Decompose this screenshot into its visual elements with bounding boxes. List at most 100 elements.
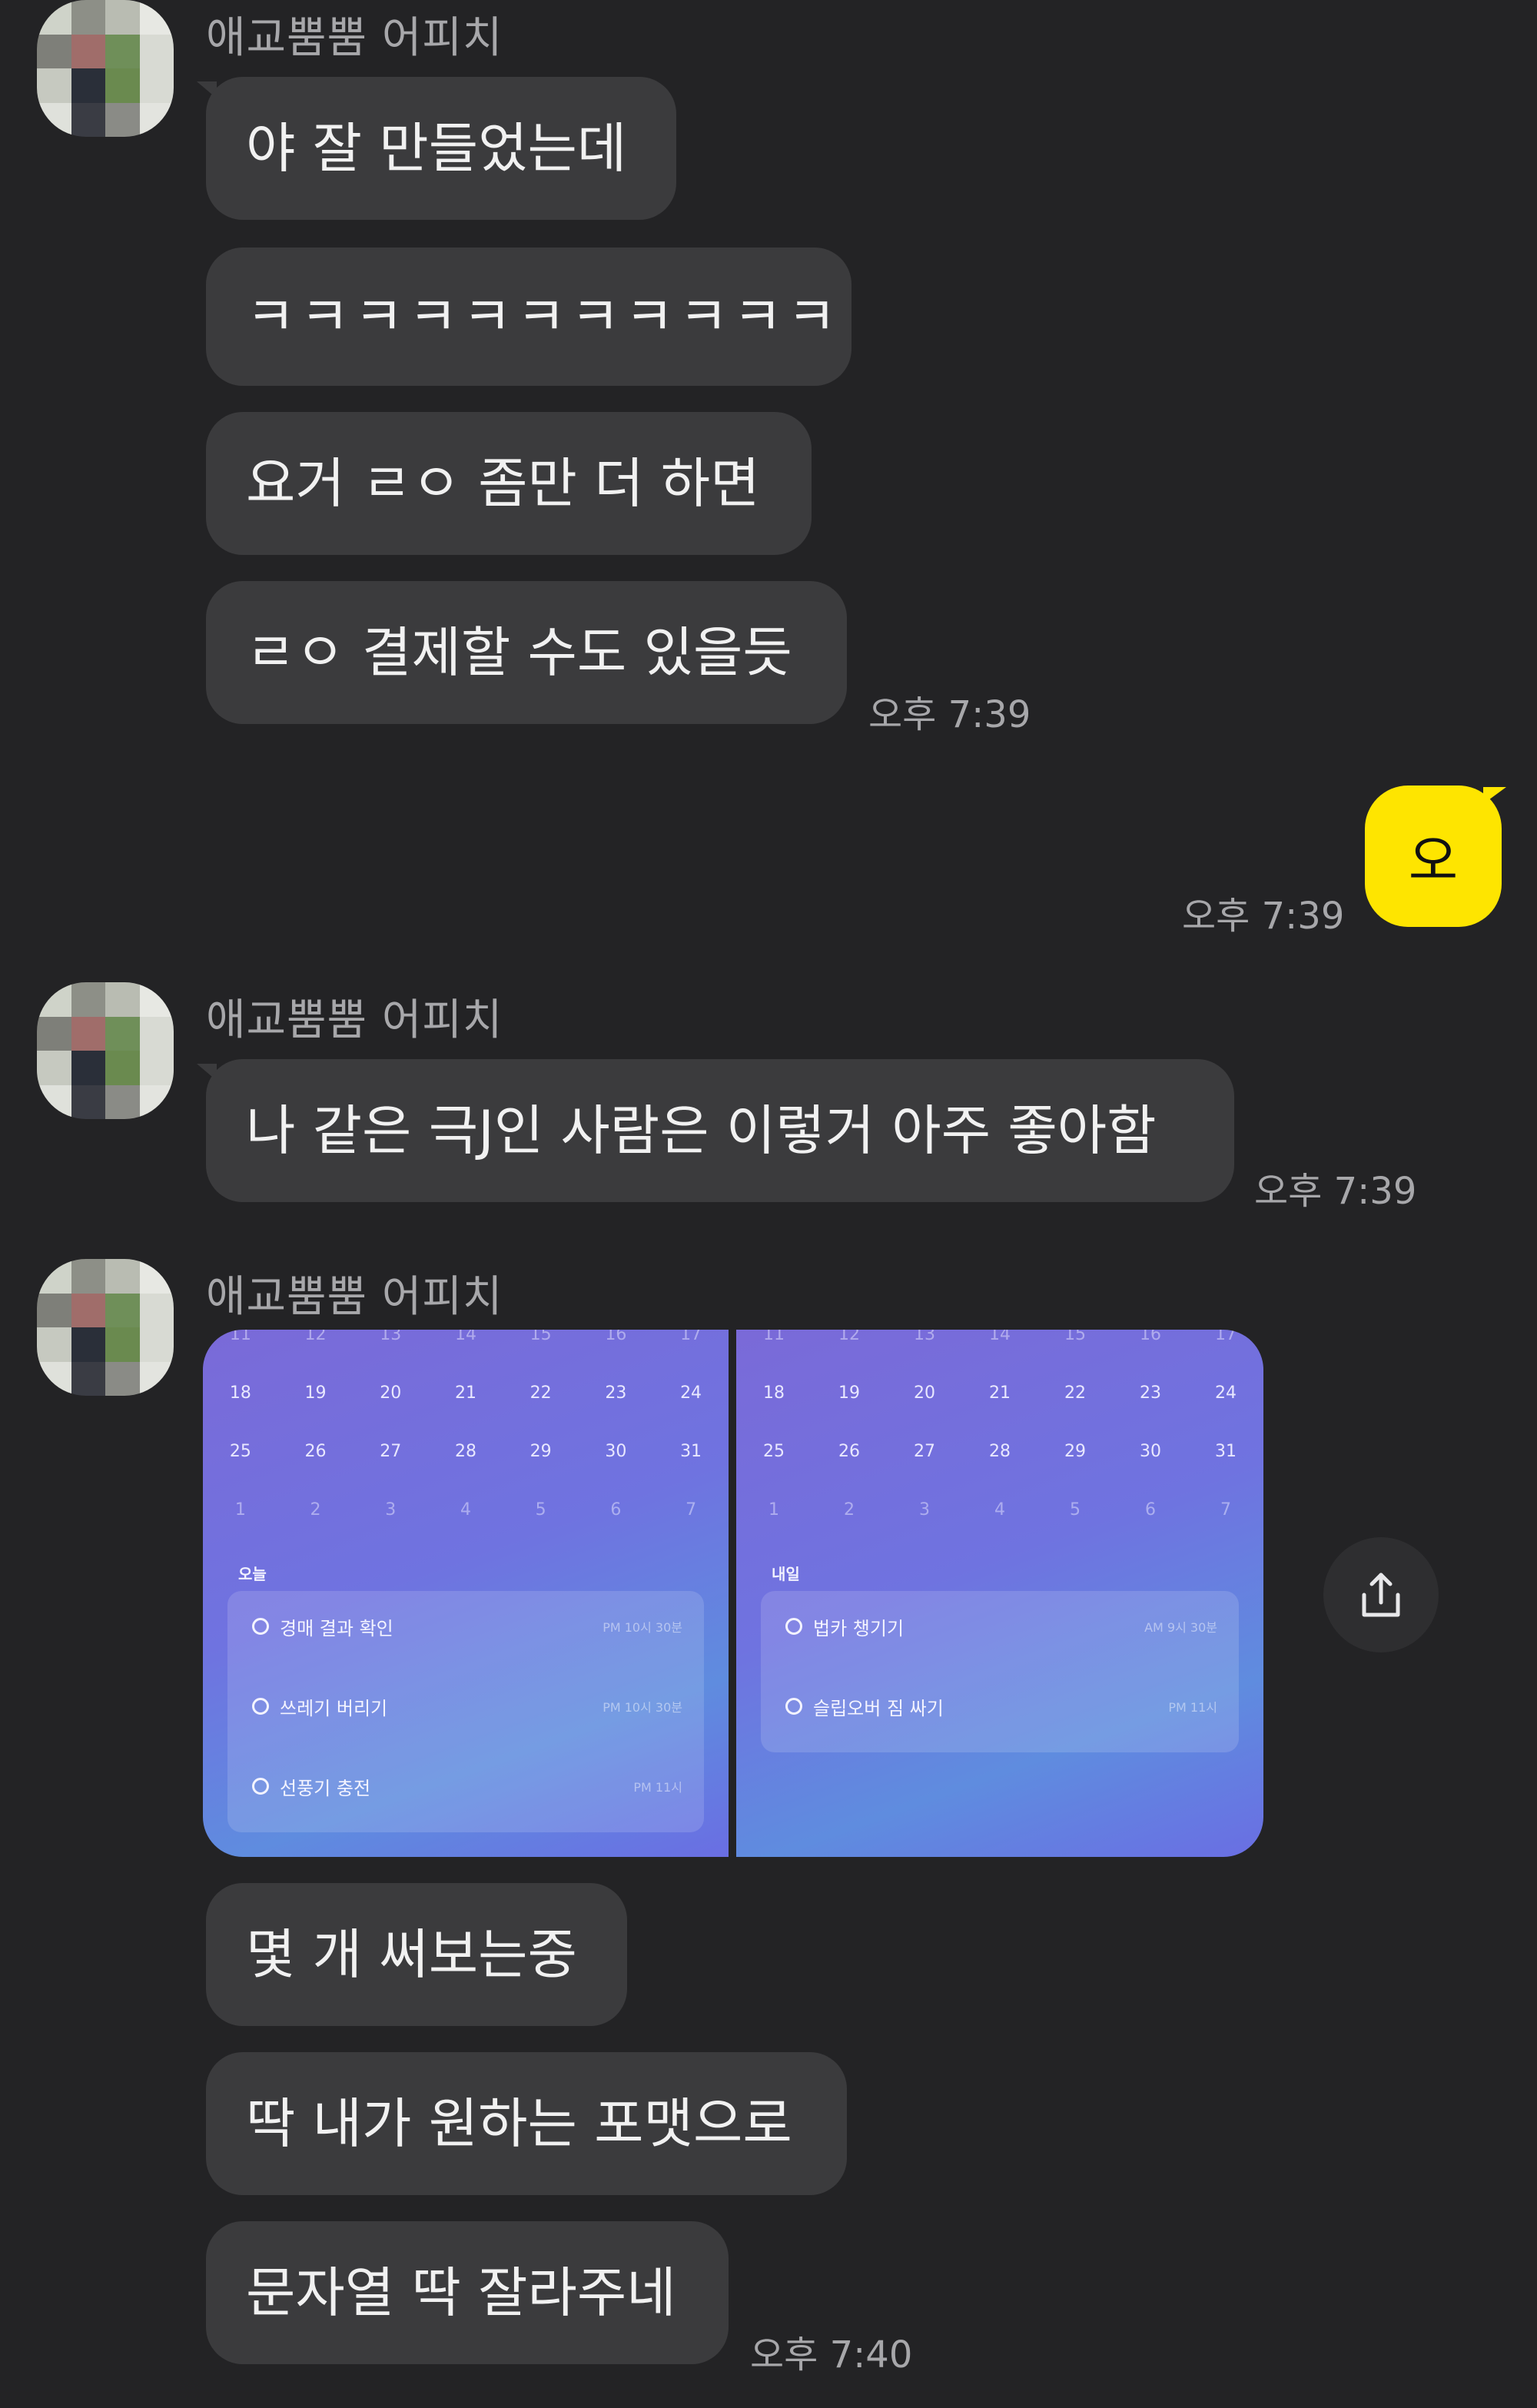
calendar-day: 17 bbox=[680, 1330, 702, 1344]
task-label: 쓰레기 버리기 bbox=[280, 1697, 388, 1719]
calendar-day: 20 bbox=[380, 1383, 402, 1403]
calendar-day: 29 bbox=[529, 1442, 552, 1461]
task-card: 법카 챙기기 AM 9시 30분 슬립오버 짐 싸기 PM 11시 bbox=[761, 1591, 1239, 1752]
avatar[interactable] bbox=[37, 1259, 174, 1396]
calendar-row: 25 26 27 28 29 30 31 bbox=[736, 1442, 1263, 1461]
calendar-day: 16 bbox=[1140, 1330, 1161, 1344]
calendar-day: 7 bbox=[1220, 1500, 1231, 1520]
task-label: 슬립오버 짐 싸기 bbox=[813, 1697, 944, 1719]
calendar-day: 11 bbox=[229, 1330, 251, 1344]
calendar-day: 23 bbox=[1140, 1383, 1161, 1403]
calendar-day: 26 bbox=[304, 1442, 327, 1461]
calendar-day: 18 bbox=[229, 1383, 251, 1403]
calendar-day: 11 bbox=[763, 1330, 785, 1344]
calendar-day: 21 bbox=[454, 1383, 476, 1403]
calendar-day: 28 bbox=[989, 1442, 1011, 1461]
calendar-day: 5 bbox=[1070, 1500, 1081, 1520]
my-message-bubble[interactable]: 오 bbox=[1365, 786, 1502, 927]
calendar-day: 25 bbox=[763, 1442, 785, 1461]
calendar-row: 18 19 20 21 22 23 24 bbox=[203, 1383, 729, 1403]
calendar-day: 6 bbox=[610, 1500, 622, 1520]
calendar-day: 19 bbox=[838, 1383, 860, 1403]
calendar-day: 21 bbox=[989, 1383, 1011, 1403]
calendar-day: 25 bbox=[229, 1442, 251, 1461]
calendar-day: 5 bbox=[535, 1500, 546, 1520]
calendar-day: 27 bbox=[914, 1442, 935, 1461]
message-bubble[interactable]: 딱 내가 원하는 포맷으로 bbox=[206, 2052, 847, 2195]
calendar-day: 31 bbox=[680, 1442, 702, 1461]
bubble-tail bbox=[1483, 787, 1506, 804]
message-bubble[interactable]: 요거 ㄹㅇ 좀만 더 하면 bbox=[206, 412, 812, 555]
task-item: 쓰레기 버리기 PM 10시 30분 bbox=[252, 1691, 682, 1722]
calendar-day: 24 bbox=[1215, 1383, 1237, 1403]
task-item: 경매 결과 확인 PM 10시 30분 bbox=[252, 1611, 682, 1642]
calendar-day: 4 bbox=[994, 1500, 1005, 1520]
calendar-day: 2 bbox=[844, 1500, 855, 1520]
calendar-day: 14 bbox=[989, 1330, 1011, 1344]
sender-name: 애교뿜뿜 어피치 bbox=[206, 13, 503, 63]
calendar-day: 1 bbox=[768, 1500, 779, 1520]
calendar-day: 15 bbox=[1064, 1330, 1086, 1344]
message-bubble[interactable]: 나 같은 극J인 사람은 이렇거 아주 좋아함 bbox=[206, 1059, 1234, 1202]
image-attachment-today[interactable]: 11 12 13 14 15 16 17 18 19 20 21 22 23 2… bbox=[203, 1330, 729, 1857]
calendar-day: 2 bbox=[310, 1500, 321, 1520]
calendar-row: 18 19 20 21 22 23 24 bbox=[736, 1383, 1263, 1403]
checkbox-icon bbox=[785, 1618, 802, 1635]
calendar-day: 13 bbox=[380, 1330, 402, 1344]
message-bubble[interactable]: 문자열 딱 잘라주네 bbox=[206, 2221, 729, 2364]
task-label: 법카 챙기기 bbox=[813, 1617, 905, 1639]
calendar-day: 7 bbox=[686, 1500, 697, 1520]
calendar-day: 15 bbox=[529, 1330, 552, 1344]
calendar-day: 23 bbox=[605, 1383, 627, 1403]
calendar-day: 20 bbox=[914, 1383, 935, 1403]
calendar-day: 3 bbox=[919, 1500, 930, 1520]
calendar-day: 13 bbox=[914, 1330, 935, 1344]
calendar-day: 6 bbox=[1145, 1500, 1156, 1520]
task-card: 경매 결과 확인 PM 10시 30분 쓰레기 버리기 PM 10시 30분 선… bbox=[227, 1591, 704, 1832]
message-bubble[interactable]: ㄹㅇ 결제할 수도 있을듯 bbox=[206, 581, 847, 724]
task-item: 슬립오버 짐 싸기 PM 11시 bbox=[785, 1691, 1217, 1722]
task-label: 경매 결과 확인 bbox=[280, 1617, 393, 1639]
section-label: 내일 bbox=[772, 1565, 800, 1583]
message-bubble[interactable]: ㅋㅋㅋㅋㅋㅋㅋㅋㅋㅋㅋ bbox=[206, 247, 851, 386]
calendar-row: 11 12 13 14 15 16 17 bbox=[736, 1330, 1263, 1344]
message-time: 오후 7:39 bbox=[1254, 1170, 1417, 1213]
calendar-day: 4 bbox=[460, 1500, 471, 1520]
image-attachment-tomorrow[interactable]: 11 12 13 14 15 16 17 18 19 20 21 22 23 2… bbox=[736, 1330, 1263, 1857]
sender-name: 애교뿜뿜 어피치 bbox=[206, 995, 503, 1045]
calendar-day: 30 bbox=[605, 1442, 627, 1461]
calendar-day: 31 bbox=[1215, 1442, 1237, 1461]
message-bubble[interactable]: 몇 개 써보는중 bbox=[206, 1883, 627, 2026]
checkbox-icon bbox=[252, 1778, 269, 1795]
calendar-day: 28 bbox=[454, 1442, 476, 1461]
calendar-row: 25 26 27 28 29 30 31 bbox=[203, 1442, 729, 1461]
calendar-day: 16 bbox=[605, 1330, 627, 1344]
calendar-day: 30 bbox=[1140, 1442, 1161, 1461]
message-time: 오후 7:40 bbox=[750, 2333, 913, 2376]
task-time: PM 11시 bbox=[1168, 1700, 1217, 1715]
calendar-day: 22 bbox=[529, 1383, 552, 1403]
task-time: PM 10시 30분 bbox=[603, 1700, 682, 1715]
avatar[interactable] bbox=[37, 0, 174, 137]
calendar-row: 1 2 3 4 5 6 7 bbox=[736, 1500, 1263, 1520]
calendar-day: 12 bbox=[304, 1330, 327, 1344]
task-item: 선풍기 충전 PM 11시 bbox=[252, 1771, 682, 1802]
message-bubble[interactable]: 야 잘 만들었는데 bbox=[206, 77, 676, 220]
checkbox-icon bbox=[252, 1698, 269, 1715]
share-button[interactable] bbox=[1323, 1537, 1439, 1652]
calendar-day: 29 bbox=[1064, 1442, 1086, 1461]
calendar-day: 22 bbox=[1064, 1383, 1086, 1403]
calendar-day: 14 bbox=[454, 1330, 476, 1344]
calendar-row: 11 12 13 14 15 16 17 bbox=[203, 1330, 729, 1344]
sender-name: 애교뿜뿜 어피치 bbox=[206, 1272, 503, 1322]
calendar-day: 19 bbox=[304, 1383, 327, 1403]
calendar-day: 1 bbox=[234, 1500, 246, 1520]
task-label: 선풍기 충전 bbox=[280, 1777, 371, 1799]
avatar[interactable] bbox=[37, 982, 174, 1119]
task-time: PM 11시 bbox=[633, 1780, 682, 1795]
task-item: 법카 챙기기 AM 9시 30분 bbox=[785, 1611, 1217, 1642]
task-time: AM 9시 30분 bbox=[1144, 1620, 1217, 1635]
calendar-day: 18 bbox=[763, 1383, 785, 1403]
message-time: 오후 7:39 bbox=[868, 693, 1031, 736]
calendar-day: 27 bbox=[380, 1442, 402, 1461]
